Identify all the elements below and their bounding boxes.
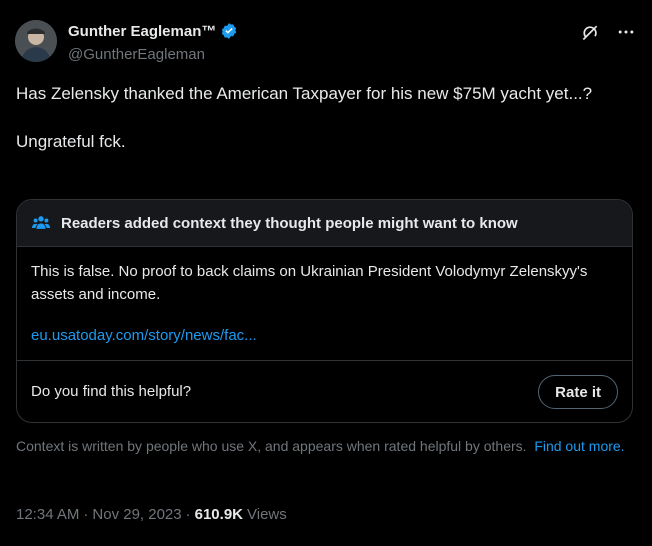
find-out-more-link[interactable]: Find out more. <box>534 438 624 454</box>
divider <box>17 360 632 361</box>
tweet-header: Gunther Eagleman™ @GuntherEagleman <box>15 18 636 66</box>
note-source-link[interactable]: eu.usatoday.com/story/news/fac... <box>31 327 257 344</box>
tweet-time[interactable]: 12:34 AM <box>16 506 79 523</box>
tweet-date[interactable]: Nov 29, 2023 <box>92 506 181 523</box>
separator-dot: · <box>185 506 191 523</box>
people-icon <box>31 213 51 233</box>
avatar[interactable] <box>15 20 57 62</box>
rate-it-button[interactable]: Rate it <box>538 375 618 409</box>
verified-badge-icon[interactable] <box>220 22 238 40</box>
grok-icon[interactable] <box>580 22 600 42</box>
context-disclaimer: Context is written by people who use X, … <box>16 437 631 455</box>
context-text: Context is written by people who use X, … <box>16 438 527 454</box>
tweet-text: Has Zelensky thanked the American Taxpay… <box>16 84 593 151</box>
note-body: This is false. No proof to back claims o… <box>31 263 588 303</box>
community-note: Readers added context they thought peopl… <box>16 199 633 423</box>
views-label: Views <box>247 506 287 523</box>
note-header: Readers added context they thought peopl… <box>17 200 632 247</box>
tweet-meta: 12:34 AM · Nov 29, 2023 · 610.9K Views <box>16 506 287 523</box>
separator-dot: · <box>83 506 89 523</box>
helpful-question: Do you find this helpful? <box>31 383 192 400</box>
handle[interactable]: @GuntherEagleman <box>68 46 238 63</box>
views-count: 610.9K <box>194 506 243 523</box>
more-icon[interactable] <box>616 22 636 42</box>
note-title: Readers added context they thought peopl… <box>61 214 518 232</box>
display-name[interactable]: Gunther Eagleman™ <box>68 23 216 40</box>
